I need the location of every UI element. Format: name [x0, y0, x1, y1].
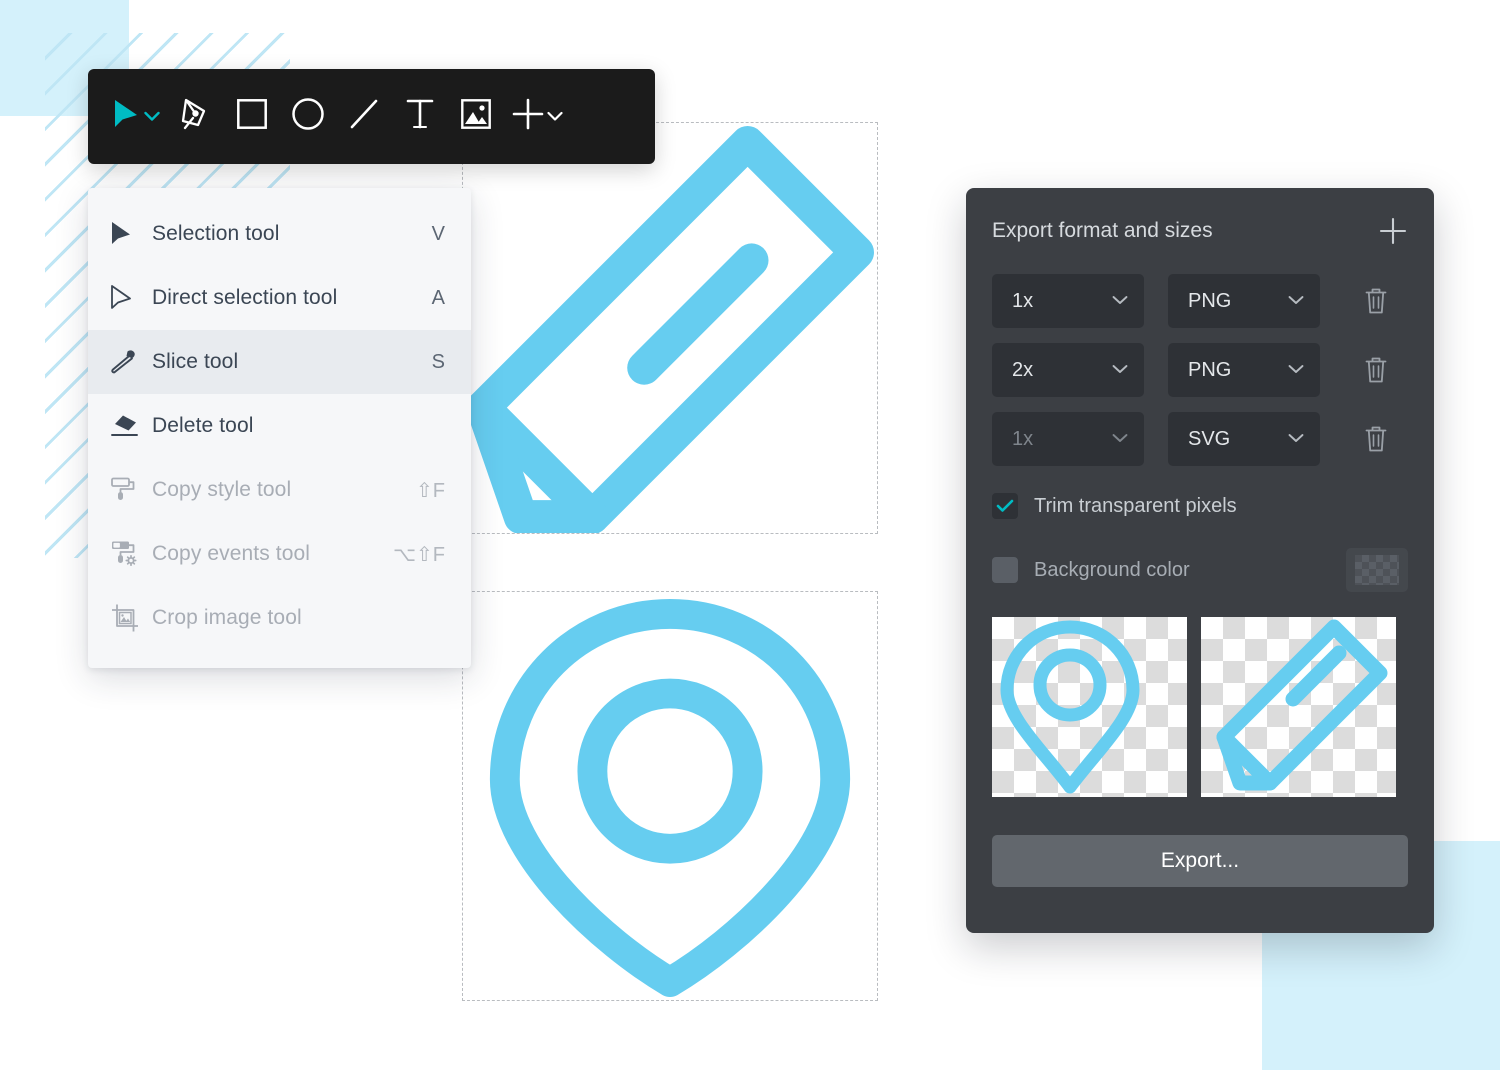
artboard-location-pin[interactable] [462, 591, 878, 1001]
background-color-row: Background color [992, 545, 1408, 595]
toolbar-selection-tool[interactable] [102, 89, 168, 145]
background-color-swatch[interactable] [1346, 548, 1408, 592]
export-format-value: PNG [1188, 358, 1232, 381]
trim-transparent-pixels-label: Trim transparent pixels [1034, 494, 1237, 517]
toolbar [88, 69, 655, 164]
menu-item-shortcut: S [431, 350, 445, 373]
trim-transparent-pixels-row: Trim transparent pixels [992, 481, 1408, 531]
menu-item-direct-selection-tool[interactable]: Direct selection tool A [88, 266, 471, 330]
chevron-down-icon[interactable] [546, 111, 563, 122]
menu-item-shortcut: ⇧F [416, 479, 445, 502]
chevron-down-icon [1288, 430, 1304, 448]
export-size-select[interactable]: 2x [992, 343, 1144, 397]
export-row: 2x PNG [992, 343, 1408, 397]
export-size-value: 1x [1012, 289, 1034, 312]
export-format-select[interactable]: PNG [1168, 274, 1320, 328]
menu-item-delete-tool[interactable]: Delete tool [88, 394, 471, 458]
export-button-label: Export... [1160, 849, 1240, 872]
delete-export-row-button[interactable] [1364, 287, 1388, 315]
menu-item-label: Delete tool [152, 414, 254, 437]
plus-icon [512, 98, 544, 135]
pen-nib-icon [180, 97, 212, 136]
toolbar-line-tool[interactable] [336, 89, 392, 145]
menu-item-label: Slice tool [152, 350, 239, 373]
add-export-row-button[interactable] [1378, 216, 1408, 246]
knife-icon [110, 349, 152, 375]
menu-item-shortcut: V [431, 222, 445, 245]
paint-roller-icon [110, 476, 152, 504]
square-icon [237, 99, 267, 134]
export-size-select[interactable]: 1x [992, 412, 1144, 466]
toolbar-image-tool[interactable] [448, 89, 504, 145]
paint-roller-gear-icon [110, 539, 152, 569]
crop-image-icon [110, 603, 152, 633]
trim-transparent-pixels-checkbox[interactable] [992, 493, 1018, 519]
export-row: 1x PNG [992, 274, 1408, 328]
pencil-icon [1216, 619, 1388, 791]
preview-location-pin[interactable] [992, 617, 1187, 797]
export-size-value: 2x [1012, 358, 1034, 381]
background-color-label: Background color [1034, 558, 1190, 581]
menu-item-label: Direct selection tool [152, 286, 338, 309]
chevron-down-icon[interactable] [143, 111, 160, 122]
toolbar-rectangle-tool[interactable] [224, 89, 280, 145]
background-color-checkbox[interactable] [992, 557, 1018, 583]
export-row: 1x SVG [992, 412, 1408, 466]
chevron-down-icon [1112, 361, 1128, 379]
export-size-value: 1x [1012, 427, 1034, 450]
chevron-down-icon [1288, 361, 1304, 379]
menu-item-selection-tool[interactable]: Selection tool V [88, 202, 471, 266]
menu-item-label: Copy events tool [152, 542, 311, 565]
export-format-select[interactable]: SVG [1168, 412, 1320, 466]
preview-pencil[interactable] [1201, 617, 1396, 797]
menu-item-shortcut: ⌥⇧F [392, 543, 445, 566]
chevron-down-icon [1288, 292, 1304, 310]
location-pin-icon [489, 598, 851, 998]
export-format-select[interactable]: PNG [1168, 343, 1320, 397]
location-pin-icon [1000, 620, 1140, 794]
menu-item-shortcut: A [431, 286, 445, 309]
circle-icon [292, 98, 324, 135]
menu-item-copy-style-tool[interactable]: Copy style tool ⇧F [88, 458, 471, 522]
cursor-filled-icon [110, 221, 152, 247]
menu-item-crop-image-tool[interactable]: Crop image tool [88, 586, 471, 650]
checkerboard-pattern [1355, 555, 1399, 585]
eraser-icon [110, 414, 152, 438]
tool-dropdown-menu: Selection tool V Direct selection tool A… [88, 188, 471, 668]
chevron-down-icon [1112, 430, 1128, 448]
delete-export-row-button[interactable] [1364, 425, 1388, 453]
export-button[interactable]: Export... [992, 835, 1408, 887]
menu-item-copy-events-tool[interactable]: Copy events tool ⌥⇧F [88, 522, 471, 586]
export-format-value: SVG [1188, 427, 1231, 450]
menu-item-label: Selection tool [152, 222, 280, 245]
menu-item-slice-tool[interactable]: Slice tool S [88, 330, 471, 394]
text-t-icon [405, 98, 435, 135]
toolbar-add-tool[interactable] [504, 89, 570, 145]
cursor-outline-icon [110, 285, 152, 311]
export-previews [992, 617, 1408, 797]
cursor-arrow-icon [111, 98, 141, 135]
menu-item-label: Copy style tool [152, 478, 292, 501]
toolbar-pen-tool[interactable] [168, 89, 224, 145]
export-format-value: PNG [1188, 289, 1232, 312]
delete-export-row-button[interactable] [1364, 356, 1388, 384]
chevron-down-icon [1112, 292, 1128, 310]
artboard-pencil[interactable] [462, 122, 878, 534]
toolbar-ellipse-tool[interactable] [280, 89, 336, 145]
image-icon [461, 99, 491, 134]
menu-item-label: Crop image tool [152, 606, 302, 629]
export-size-select[interactable]: 1x [992, 274, 1144, 328]
export-panel-title: Export format and sizes [992, 219, 1213, 242]
export-panel-header: Export format and sizes [992, 188, 1408, 274]
line-icon [349, 98, 379, 135]
toolbar-text-tool[interactable] [392, 89, 448, 145]
export-panel: Export format and sizes 1x PNG 2x PNG 1x… [966, 188, 1434, 933]
pencil-icon [465, 125, 875, 533]
